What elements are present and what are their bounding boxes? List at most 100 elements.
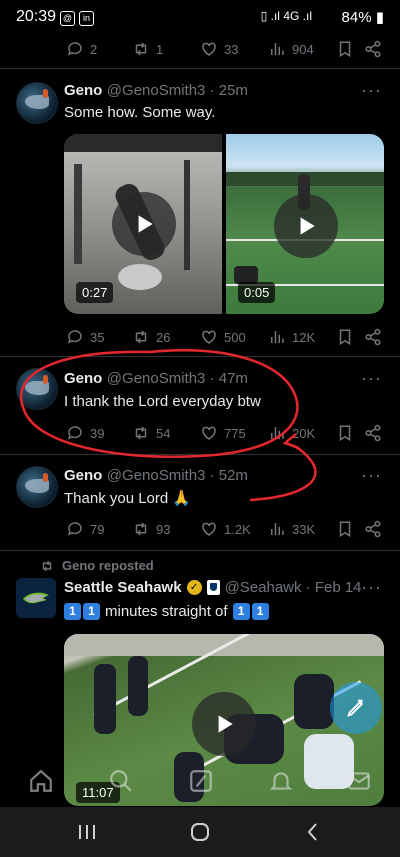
tweet-header: Seattle Seahawk ✓ @Seahawk · Feb 14 [64,579,362,596]
divider [0,454,400,455]
views-button[interactable]: 904 [268,36,314,62]
heart-icon [202,330,216,344]
like-count: 500 [224,329,246,345]
messages-icon[interactable] [346,768,372,794]
reply-button[interactable]: 79 [66,516,104,542]
threads-icon: @ [60,10,75,26]
verified-badge-icon: ✓ [186,580,202,595]
views-count: 904 [292,41,314,57]
status-left-icons: @ in [60,9,98,26]
heart-icon [202,42,216,56]
repost-icon [135,330,147,344]
repost-button[interactable]: 26 [132,324,170,350]
tweet-text: Thank you Lord 🙏 [64,490,192,507]
reply-icon [67,330,82,344]
avatar[interactable] [16,368,58,410]
grok-icon[interactable] [188,768,214,794]
share-icon [365,40,381,58]
more-options-icon[interactable]: ··· [361,368,382,389]
repost-button[interactable]: 54 [132,420,170,446]
annotation-arrow [249,441,317,502]
like-button[interactable]: 500 [200,324,246,350]
keycap-one-emoji: 1 [251,603,269,620]
bookmark-icon [339,425,351,442]
video-thumbnail-gym[interactable]: 0:27 [64,134,222,314]
bookmark-button[interactable] [336,36,354,62]
share-icon [365,424,381,442]
notifications-icon[interactable] [268,768,294,794]
tweet-header: Geno @GenoSmith3 · 52m [64,467,248,485]
avatar[interactable] [16,466,58,508]
like-count: 33 [224,41,239,57]
clock: 20:39 [16,8,57,25]
more-options-icon[interactable]: ··· [361,465,382,486]
handle[interactable]: @Seahawk · Feb 14 [225,579,362,596]
views-button[interactable]: 33K [268,516,315,542]
repost-button[interactable]: 93 [132,516,170,542]
like-count: 775 [224,425,246,441]
reply-button[interactable]: 35 [66,324,104,350]
video-thumbnail-field[interactable]: 0:05 [226,134,384,314]
divider [0,356,400,357]
play-button[interactable] [112,192,176,256]
views-icon [271,523,284,535]
avatar[interactable] [16,82,58,124]
more-options-icon[interactable]: ··· [361,577,382,598]
compose-fab[interactable] [330,682,382,734]
bookmark-button[interactable] [336,324,354,350]
bookmark-icon [339,521,351,538]
seahawks-logo-icon [23,592,49,604]
like-button[interactable]: 775 [200,420,246,446]
handle[interactable]: @GenoSmith3 · 52m [107,467,248,484]
heart-icon [202,426,216,440]
repost-indicator[interactable]: Geno reposted [40,558,154,573]
video-duration: 0:27 [76,282,114,303]
reply-icon [67,426,82,440]
views-button[interactable]: 12K [268,324,315,350]
repost-label: Geno reposted [62,558,154,573]
reply-icon [67,42,82,56]
divider [0,68,400,69]
display-name[interactable]: Geno [64,467,102,484]
share-button[interactable] [364,324,382,350]
display-name[interactable]: Seattle Seahawk [64,579,182,596]
search-icon[interactable] [108,768,134,794]
share-button[interactable] [364,420,382,446]
reply-button[interactable]: 39 [66,420,104,446]
share-button[interactable] [364,516,382,542]
bookmark-button[interactable] [336,420,354,446]
tweet-actions: 35 26 500 12K [0,324,400,350]
like-button[interactable]: 33 [200,36,238,62]
share-button[interactable] [364,36,382,62]
battery-icon: ▮ [375,9,384,26]
play-icon [138,215,153,233]
linkedin-icon: in [79,10,94,26]
bottom-tab-bar [0,758,400,806]
views-icon [271,43,284,55]
views-button[interactable]: 20K [268,420,315,446]
like-button[interactable]: 1.2K [200,516,251,542]
handle[interactable]: @GenoSmith3 · 47m [107,370,248,387]
recent-apps-icon[interactable] [76,823,98,841]
display-name[interactable]: Geno [64,82,102,99]
keycap-one-emoji: 1 [232,603,250,620]
heart-icon [202,522,216,536]
reply-count: 79 [90,521,105,537]
home-nav-icon[interactable] [189,821,211,843]
play-button[interactable] [274,194,338,258]
seahawks-avatar[interactable] [16,578,56,618]
more-options-icon[interactable]: ··· [361,80,382,101]
display-name[interactable]: Geno [64,370,102,387]
bookmark-button[interactable] [336,516,354,542]
reply-count: 39 [90,425,105,441]
repost-count: 26 [156,329,171,345]
compose-icon [347,699,363,717]
tweet-text: Some how. Some way. [64,104,216,121]
home-icon[interactable] [28,768,54,794]
play-button[interactable] [192,692,256,756]
reply-button[interactable]: 2 [66,36,97,62]
handle[interactable]: @GenoSmith3 · 25m [107,82,248,99]
repost-button[interactable]: 1 [132,36,163,62]
reply-count: 35 [90,329,105,345]
back-icon[interactable] [304,821,322,843]
